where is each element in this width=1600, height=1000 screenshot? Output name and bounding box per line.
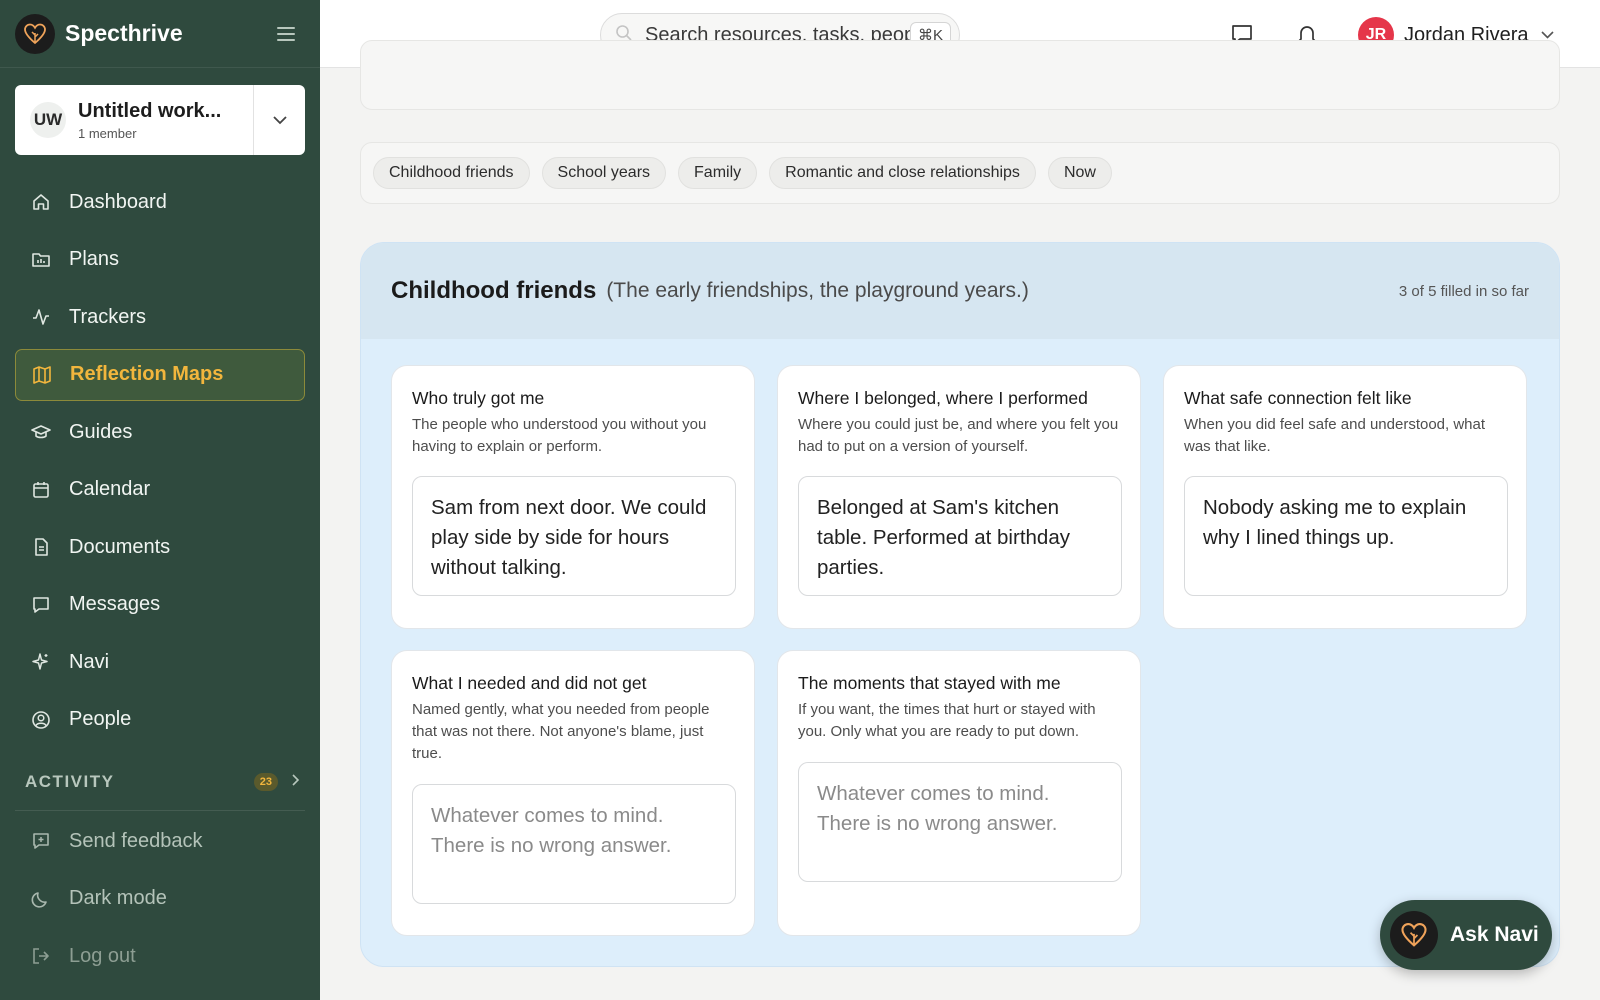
card-title: Where I belonged, where I performed: [798, 388, 1088, 408]
answer-field[interactable]: Belonged at Sam's kitchen table. Perform…: [798, 476, 1122, 596]
card-title: The moments that stayed with me: [798, 673, 1061, 693]
sidebar-item-label: Navi: [69, 650, 110, 673]
menu-toggle-icon[interactable]: [277, 26, 295, 41]
prompt-card: The moments that stayed with me If you w…: [777, 650, 1141, 936]
sidebar-item-reflection-maps[interactable]: Reflection Maps: [15, 348, 305, 401]
sidebar-item-label: People: [69, 708, 132, 730]
section-progress: 3 of 5 filled in so far: [1398, 282, 1529, 300]
home-icon: [31, 192, 51, 212]
workspace-avatar: UW: [30, 102, 66, 138]
main-nav: Dashboard Plans Trackers Reflection Maps…: [15, 176, 305, 751]
chevron-down-icon[interactable]: [253, 85, 305, 155]
app-name: Specthrive: [65, 20, 183, 46]
navi-logo-icon: [1390, 911, 1438, 959]
chip-now[interactable]: Now: [1047, 157, 1112, 189]
sidebar-item-label: Messages: [69, 593, 161, 615]
message-icon: [31, 595, 51, 615]
answer-field[interactable]: Sam from next door. We could play side b…: [412, 476, 736, 596]
card-title: What safe connection felt like: [1184, 388, 1412, 408]
card-title: Who truly got me: [412, 388, 545, 408]
card-title: What I needed and did not get: [412, 673, 647, 693]
section-header: Childhood friends (The early friendships…: [361, 243, 1559, 339]
sidebar-item-plans[interactable]: Plans: [15, 234, 305, 286]
card-description: If you want, the times that hurt or stay…: [798, 701, 1096, 740]
log-out-button[interactable]: Log out: [15, 930, 305, 982]
activity-icon: [31, 307, 51, 327]
folder-chart-icon: [31, 250, 51, 270]
activity-label: ACTIVITY: [25, 772, 115, 791]
graduation-cap-icon: [31, 422, 51, 442]
section-subtitle: (The early friendships, the playground y…: [606, 279, 1029, 302]
activity-count-badge: 23: [253, 773, 278, 791]
sidebar-item-guides[interactable]: Guides: [15, 406, 305, 458]
card-description: When you did feel safe and understood, w…: [1184, 416, 1486, 455]
section-chips: Childhood friends School years Family Ro…: [360, 142, 1560, 204]
send-feedback-button[interactable]: Send feedback: [15, 815, 305, 867]
section-title: Childhood friends: [391, 277, 597, 304]
moon-icon: [31, 889, 51, 909]
brand-bar: Specthrive: [0, 0, 320, 68]
log-out-label: Log out: [69, 944, 136, 967]
sidebar-item-documents[interactable]: Documents: [15, 521, 305, 573]
chip-childhood-friends[interactable]: Childhood friends: [373, 157, 530, 189]
workspace-name: Untitled work...: [78, 99, 222, 122]
dark-mode-toggle[interactable]: Dark mode: [15, 873, 305, 925]
card-description: Where you could just be, and where you f…: [798, 416, 1119, 455]
prompt-card: What safe connection felt like When you …: [1163, 365, 1527, 629]
sidebar-item-navi[interactable]: Navi: [15, 636, 305, 688]
chip-school-years[interactable]: School years: [541, 157, 667, 189]
card-description: The people who understood you without yo…: [412, 416, 707, 455]
chevron-right-icon: [292, 773, 300, 791]
answer-field[interactable]: Whatever comes to mind. There is no wron…: [412, 784, 736, 904]
sidebar-item-dashboard[interactable]: Dashboard: [15, 176, 305, 228]
chip-family[interactable]: Family: [678, 157, 758, 189]
sidebar-item-label: Guides: [69, 420, 133, 443]
answer-field[interactable]: Nobody asking me to explain why I lined …: [1184, 476, 1508, 596]
logout-icon: [31, 946, 51, 966]
map-icon: [32, 365, 52, 385]
sidebar-item-calendar[interactable]: Calendar: [15, 464, 305, 516]
feedback-icon: [31, 831, 51, 851]
sparkle-icon: [31, 652, 51, 672]
sidebar-item-label: Reflection Maps: [70, 363, 224, 385]
sidebar-item-label: Plans: [69, 248, 120, 270]
prompt-card: What I needed and did not get Named gent…: [391, 650, 755, 936]
document-icon: [31, 537, 51, 557]
activity-toggle[interactable]: ACTIVITY 23: [25, 770, 300, 794]
sidebar-item-label: Dashboard: [69, 190, 167, 213]
prompt-card: Where I belonged, where I performed Wher…: [777, 365, 1141, 629]
workspace-members: 1 member: [78, 125, 137, 141]
person-circle-icon: [31, 710, 51, 730]
sidebar-item-people[interactable]: People: [15, 694, 305, 746]
sidebar-item-label: Trackers: [69, 305, 147, 328]
sidebar-item-trackers[interactable]: Trackers: [15, 291, 305, 343]
send-feedback-label: Send feedback: [69, 829, 203, 852]
sidebar-divider: [15, 810, 305, 811]
reflection-section: Childhood friends (The early friendships…: [360, 242, 1560, 967]
specthrive-logo-icon[interactable]: [15, 13, 55, 54]
ask-navi-button[interactable]: Ask Navi: [1380, 900, 1552, 970]
card-description: Named gently, what you needed from peopl…: [412, 701, 710, 762]
sidebar-item-label: Calendar: [69, 478, 151, 500]
prompt-card: Who truly got me The people who understo…: [391, 365, 755, 629]
calendar-icon: [31, 480, 51, 500]
chip-romantic-relationships[interactable]: Romantic and close relationships: [769, 157, 1036, 189]
sidebar-item-label: Documents: [69, 535, 171, 558]
ask-navi-label: Ask Navi: [1450, 923, 1539, 946]
sidebar-bottom-nav: Send feedback Dark mode Log out: [15, 815, 305, 988]
previous-section-card: [360, 40, 1560, 110]
answer-field[interactable]: Whatever comes to mind. There is no wron…: [798, 762, 1122, 882]
sidebar: Specthrive UW Untitled work... 1 member …: [0, 0, 320, 1000]
workspace-switcher[interactable]: UW Untitled work... 1 member: [15, 85, 305, 155]
sidebar-item-messages[interactable]: Messages: [15, 579, 305, 631]
dark-mode-label: Dark mode: [69, 887, 167, 909]
